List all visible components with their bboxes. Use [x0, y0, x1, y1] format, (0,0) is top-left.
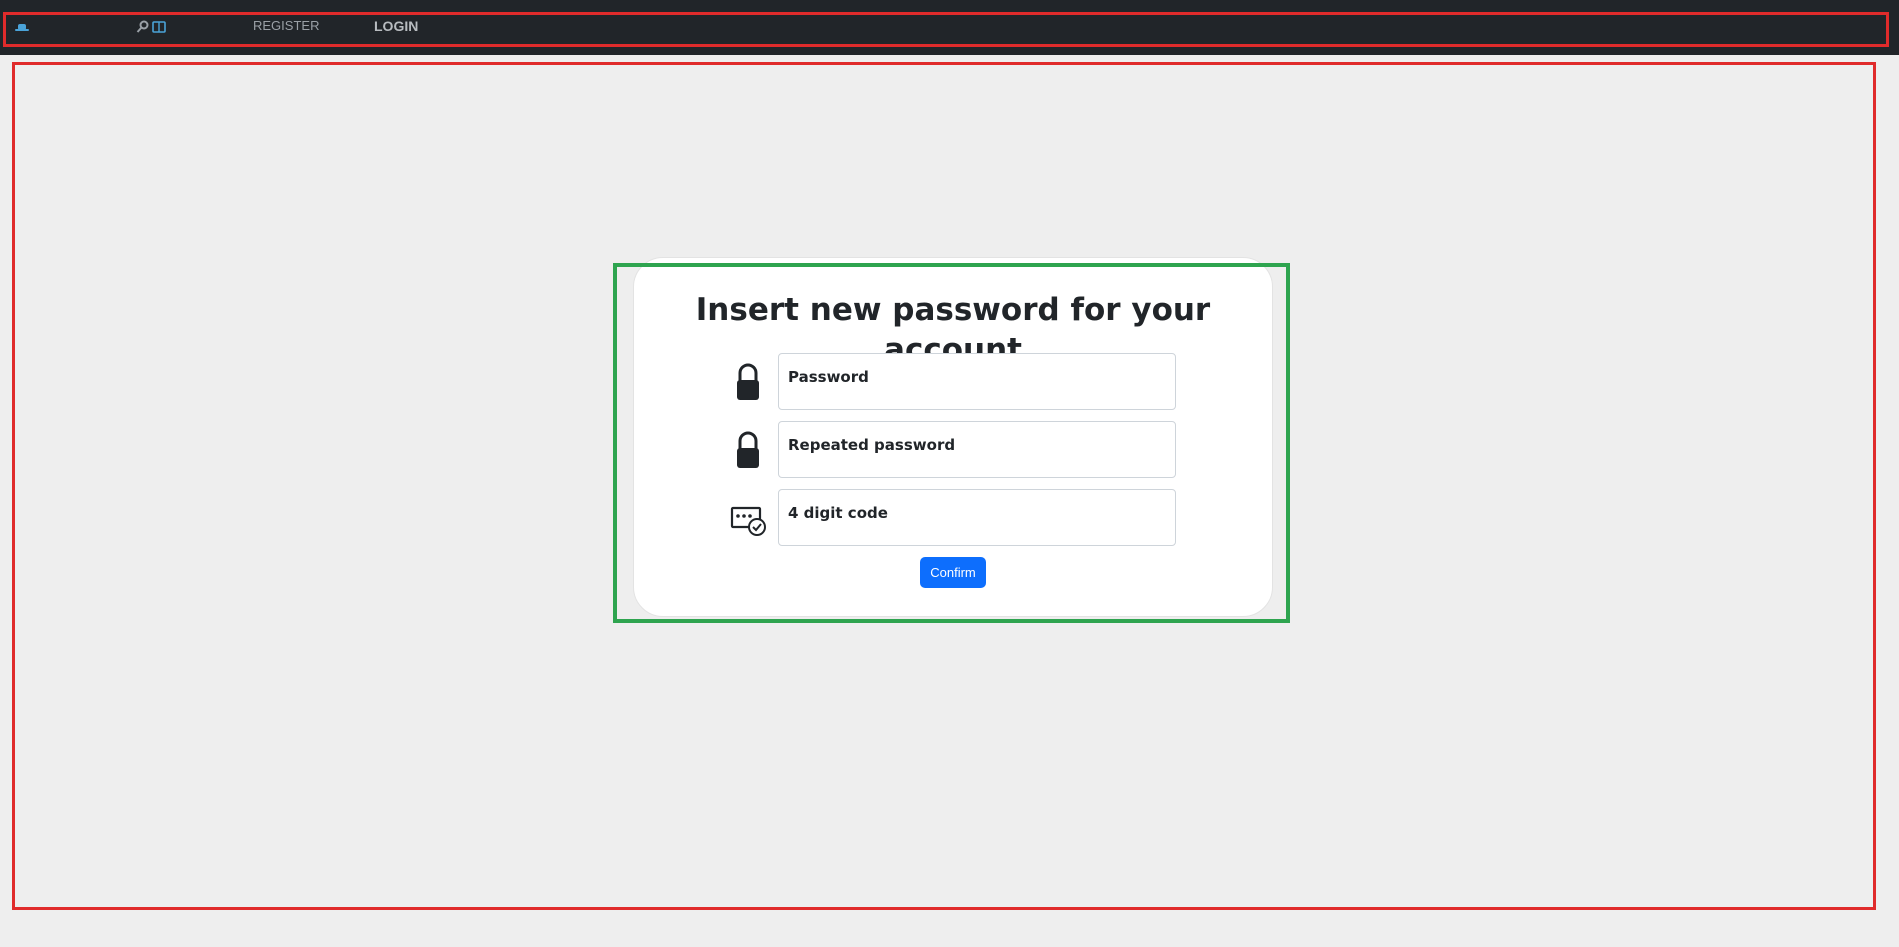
code-placeholder: 4 digit code: [788, 504, 888, 522]
password-placeholder: Password: [788, 368, 869, 386]
hat-icon[interactable]: [14, 19, 29, 33]
register-link[interactable]: REGISTER: [253, 18, 319, 34]
confirm-button[interactable]: Confirm: [920, 557, 986, 588]
magnifier-icon[interactable]: [136, 19, 150, 33]
login-link[interactable]: LOGIN: [374, 18, 418, 34]
lock-icon: [730, 430, 766, 470]
verification-code-icon: [730, 503, 766, 543]
lock-icon: [730, 362, 766, 402]
repeated-password-placeholder: Repeated password: [788, 436, 956, 454]
password-field[interactable]: Password: [778, 353, 1176, 410]
repeated-password-field[interactable]: Repeated password: [778, 421, 1176, 478]
top-navbar: REGISTER LOGIN: [0, 0, 1899, 55]
book-icon[interactable]: [152, 19, 166, 33]
code-field[interactable]: 4 digit code: [778, 489, 1176, 546]
